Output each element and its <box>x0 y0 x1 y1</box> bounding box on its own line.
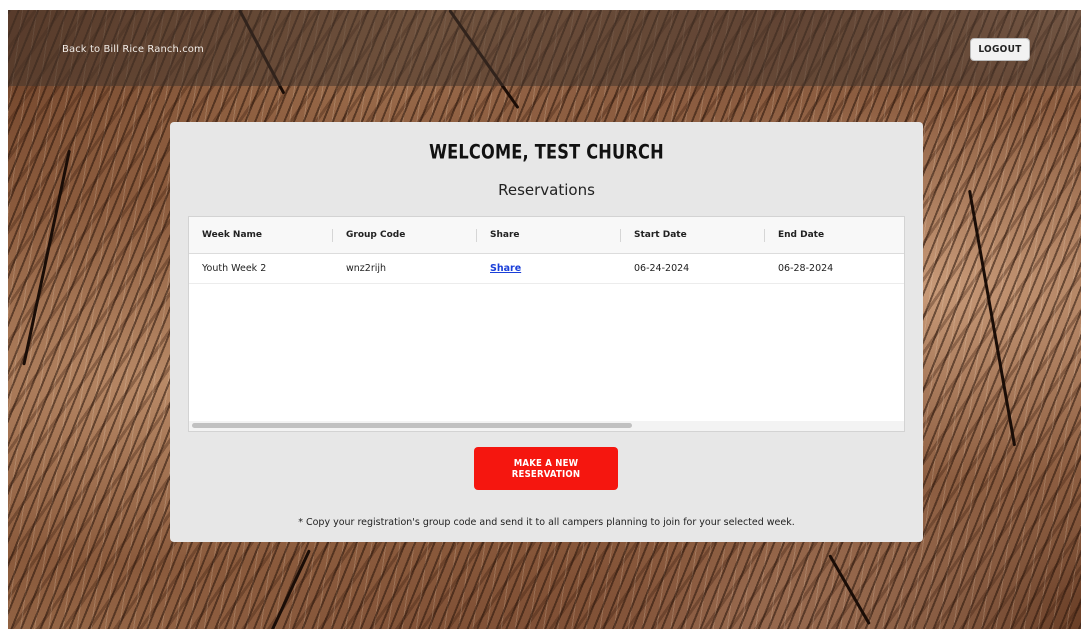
scrollbar-thumb[interactable] <box>192 423 632 428</box>
column-separator[interactable] <box>620 229 621 242</box>
column-separator[interactable] <box>332 229 333 242</box>
horizontal-scrollbar[interactable] <box>189 421 904 431</box>
wood-crack <box>270 549 311 629</box>
column-header-week-name[interactable]: Week Name <box>202 217 262 253</box>
cell-share: Share <box>490 253 521 283</box>
wood-crack <box>828 554 871 626</box>
column-separator[interactable] <box>764 229 765 242</box>
share-link[interactable]: Share <box>490 263 521 274</box>
cell-week-name: Youth Week 2 <box>202 262 267 274</box>
column-header-share[interactable]: Share <box>490 217 520 253</box>
column-header-end-date[interactable]: End Date <box>778 217 824 253</box>
back-to-site-link[interactable]: Back to Bill Rice Ranch.com <box>62 44 204 55</box>
table-header: Week Name Group Code Share Start Date En… <box>189 217 904 254</box>
wood-crack <box>968 189 1017 447</box>
reservations-card: WELCOME, TEST CHURCH Reservations Week N… <box>170 122 923 542</box>
cell-group-code: wnz2rijh <box>346 262 387 274</box>
group-code-note: * Copy your registration's group code an… <box>298 517 795 528</box>
make-new-reservation-button[interactable]: MAKE A NEW RESERVATION <box>474 447 618 490</box>
column-header-group-code[interactable]: Group Code <box>346 217 405 253</box>
column-header-start-date[interactable]: Start Date <box>634 217 687 253</box>
cell-start-date: 06-24-2024 <box>634 262 690 274</box>
reservations-title: Reservations <box>498 181 595 199</box>
logout-button[interactable]: LOGOUT <box>970 38 1030 61</box>
cell-end-date: 06-28-2024 <box>778 262 834 274</box>
reservations-table: Week Name Group Code Share Start Date En… <box>188 216 905 432</box>
wood-crack <box>22 149 71 366</box>
table-row[interactable]: Youth Week 2 wnz2rijh Share 06-24-2024 0… <box>189 253 904 284</box>
welcome-heading: WELCOME, TEST CHURCH <box>429 140 664 165</box>
column-separator[interactable] <box>476 229 477 242</box>
